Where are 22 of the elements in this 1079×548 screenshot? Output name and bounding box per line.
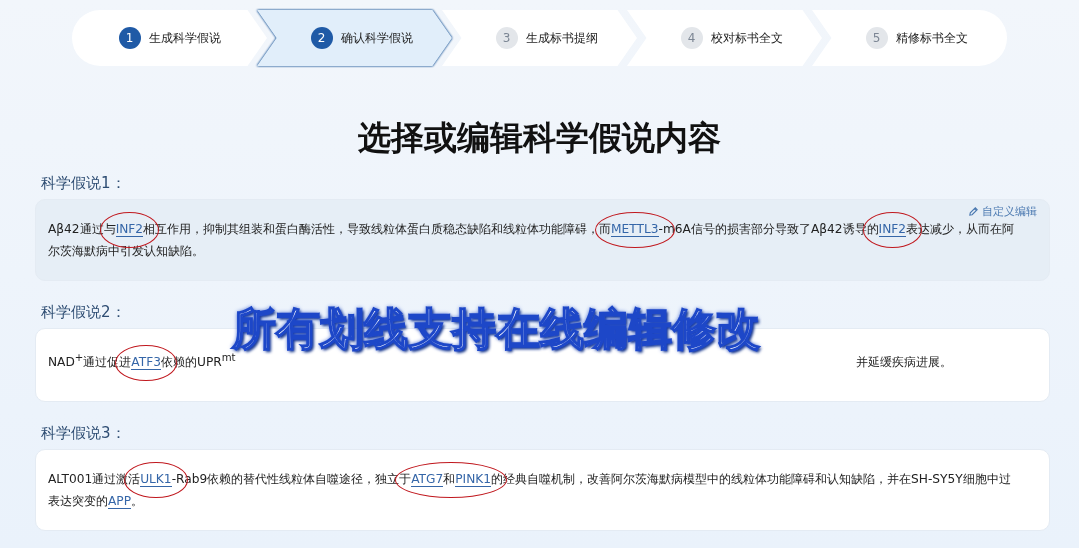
hypothesis-label: 科学假说1： (41, 174, 127, 193)
step-tab[interactable]: 5 精修标书全文 (812, 10, 1007, 66)
underlined-term[interactable]: INF2 (878, 222, 906, 237)
underlined-term[interactable]: ATF3 (131, 355, 161, 371)
underlined-term[interactable]: ATG7 (411, 472, 444, 487)
underlined-term[interactable]: PINK1 (455, 472, 492, 487)
underlined-term[interactable]: APP (108, 494, 132, 509)
pencil-icon (968, 206, 979, 217)
page-title: 选择或编辑科学假说内容 (357, 117, 722, 159)
step-tab[interactable]: 3 生成标书提纲 (442, 10, 637, 66)
edit-link[interactable]: 自定义编辑 (968, 204, 1037, 219)
underlined-term[interactable]: ULK1 (140, 472, 172, 487)
hypothesis-text: 尔茨海默病中引发认知缺陷。 (48, 243, 205, 260)
step-tab[interactable]: 1 生成科学假说 (72, 10, 267, 66)
edit-label[interactable]: 自定义编辑 (982, 204, 1037, 219)
hypothesis-label: 科学假说2： (41, 303, 127, 322)
hypothesis-label: 科学假说3： (41, 424, 127, 443)
step-tab[interactable]: 2 确认科学假说 (257, 10, 452, 66)
underlined-term[interactable]: INF2 (115, 222, 144, 237)
underlined-term[interactable]: METTL3 (611, 222, 659, 237)
step-tab[interactable]: 4 校对标书全文 (627, 10, 822, 66)
hypothesis-text: 表达突变的APP。 (48, 493, 145, 511)
